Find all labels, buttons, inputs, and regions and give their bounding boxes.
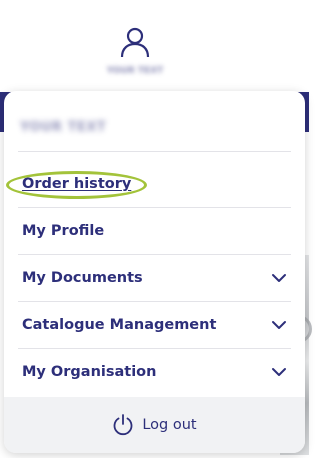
chevron-down-icon[interactable] — [271, 320, 287, 330]
menu-item-label[interactable]: Order history — [18, 176, 131, 192]
logout-button[interactable]: Log out — [4, 397, 305, 453]
menu-item-label: My Profile — [22, 223, 105, 239]
menu-item-my-organisation[interactable]: My Organisation — [18, 349, 291, 395]
chevron-down-icon[interactable] — [271, 367, 287, 377]
header-user-name[interactable]: YOUR TEXT — [96, 66, 174, 76]
divider — [18, 151, 291, 152]
top-header: YOUR TEXT — [0, 0, 309, 92]
account-dropdown: YOUR TEXT Order history My Profile My Do… — [4, 91, 305, 453]
menu-item-label: Catalogue Management — [22, 317, 217, 333]
menu-item-order-history[interactable]: Order history — [18, 161, 291, 207]
chevron-down-icon[interactable] — [271, 273, 287, 283]
power-icon — [113, 414, 133, 436]
menu-item-label: My Organisation — [22, 364, 157, 380]
dropdown-user-name: YOUR TEXT — [20, 120, 107, 135]
menu-item-my-documents[interactable]: My Documents — [18, 255, 291, 301]
menu-item-my-profile[interactable]: My Profile — [18, 208, 291, 254]
logout-label: Log out — [142, 417, 197, 433]
menu-item-label: My Documents — [22, 270, 143, 286]
menu-item-catalogue-management[interactable]: Catalogue Management — [18, 302, 291, 348]
user-icon[interactable] — [120, 26, 150, 58]
